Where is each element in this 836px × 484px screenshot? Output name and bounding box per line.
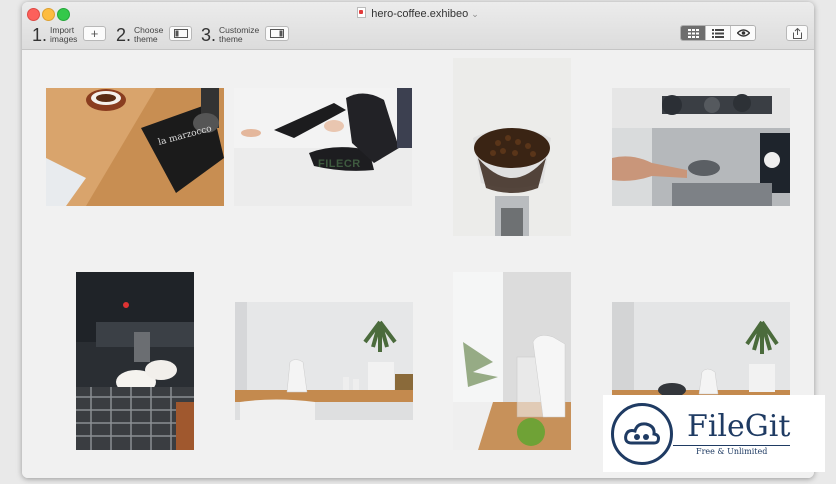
filegit-text: FileGit Free & Unlimited — [673, 408, 791, 456]
kitchen-table-photo — [235, 302, 413, 420]
step-label: Choose theme — [134, 25, 164, 44]
filegit-name: FileGit — [687, 408, 791, 444]
step-label: Customize theme — [219, 25, 260, 44]
gallery-image[interactable] — [76, 272, 194, 450]
document-icon — [357, 7, 367, 18]
step-import-images: 1. Import images — [32, 25, 82, 45]
window-title-text: hero-coffee.exhibeo — [371, 8, 469, 20]
gallery-image[interactable] — [453, 272, 571, 450]
window-title[interactable]: hero-coffee.exhibeo ⌄ — [22, 7, 814, 20]
step-number: 2. — [116, 25, 132, 45]
cloud-lock-icon — [611, 402, 673, 465]
gallery-image[interactable] — [235, 302, 413, 420]
share-button[interactable] — [786, 25, 808, 41]
filegit-tagline: Free & Unlimited — [673, 444, 791, 456]
step-choose-theme: 2. Choose theme — [116, 25, 166, 45]
share-icon — [792, 27, 802, 39]
gallery-image[interactable] — [453, 58, 571, 236]
customize-theme-button[interactable] — [265, 26, 289, 41]
view-mode-selector — [680, 25, 756, 41]
espresso-pour-photo — [76, 272, 194, 450]
person-on-bed-photo — [234, 88, 412, 206]
gallery-image[interactable]: la marzocco — [46, 88, 224, 206]
theme-layout-icon — [173, 29, 188, 38]
preview-eye-icon[interactable] — [731, 26, 755, 40]
gallery-image[interactable] — [612, 88, 790, 206]
customize-layout-icon — [270, 29, 284, 38]
grid-view-icon[interactable] — [681, 26, 706, 40]
import-images-button[interactable]: + — [83, 26, 106, 41]
step-label: Import images — [50, 25, 78, 44]
step-number: 1. — [32, 25, 48, 45]
filegit-watermark: FileGit Free & Unlimited — [603, 395, 825, 472]
filecr-watermark: FILECR — [318, 158, 361, 170]
step-number: 3. — [201, 25, 217, 45]
step-customize-theme: 3. Customize theme — [201, 25, 260, 45]
choose-theme-button[interactable] — [169, 26, 192, 41]
plus-icon: + — [90, 26, 99, 41]
gallery-image[interactable] — [234, 88, 412, 206]
window-glass-lime-photo — [453, 272, 571, 450]
coffee-grinder-photo — [453, 58, 571, 236]
toolbar: hero-coffee.exhibeo ⌄ 1. Import images + … — [22, 2, 814, 50]
coffee-bag-photo: la marzocco — [46, 88, 224, 206]
list-view-icon[interactable] — [706, 26, 731, 40]
chevron-down-icon: ⌄ — [471, 9, 479, 19]
espresso-machine-photo — [612, 88, 790, 206]
